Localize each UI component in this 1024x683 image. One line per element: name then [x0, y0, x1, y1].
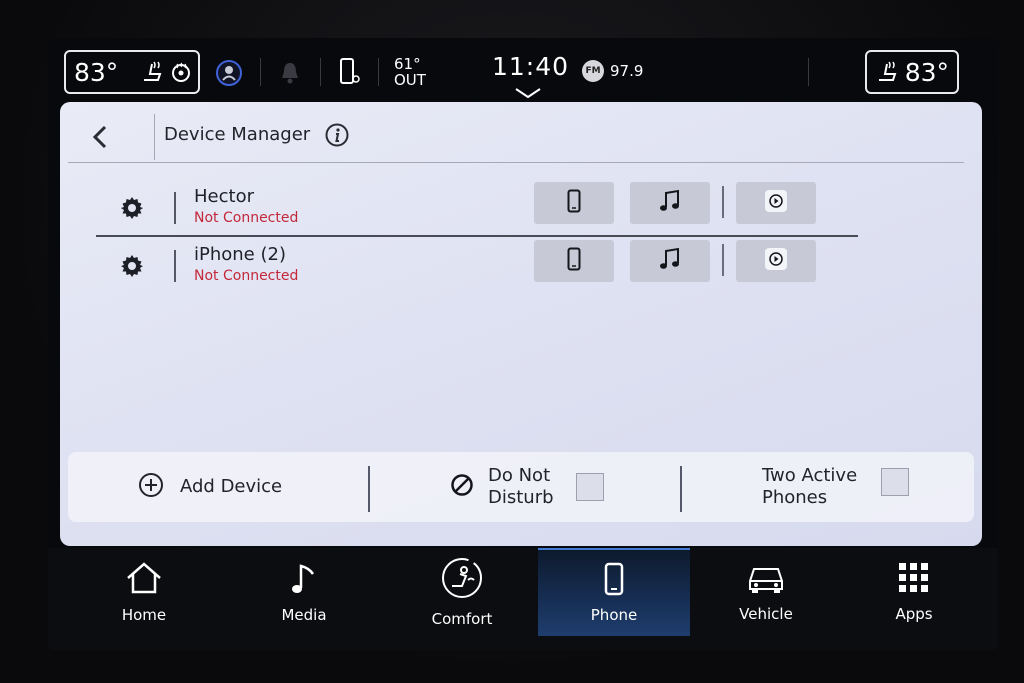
two-active-line2: Phones — [762, 487, 828, 508]
device-name: Hector — [194, 186, 254, 207]
panel-header: Device Manager — [68, 110, 964, 163]
toolbar-divider — [680, 466, 682, 512]
nav-apps[interactable]: Apps — [838, 548, 990, 636]
add-device-button[interactable]: Add Device — [138, 452, 282, 522]
nav-vehicle-label: Vehicle — [739, 605, 793, 623]
music-note-icon — [659, 189, 681, 217]
nav-home[interactable]: Home — [68, 548, 220, 636]
heated-seat-icon — [140, 60, 166, 84]
row-divider — [174, 250, 176, 282]
outside-temp-label: OUT — [394, 71, 426, 89]
nav-phone[interactable]: Phone — [538, 548, 690, 636]
radio-band-badge: FM — [582, 60, 604, 82]
add-device-label: Add Device — [180, 476, 283, 497]
device-status: Not Connected — [194, 268, 299, 284]
row-separator — [96, 235, 858, 237]
radio-frequency: 97.9 — [610, 62, 644, 80]
toolbar-divider — [368, 466, 370, 512]
play-icon — [764, 189, 788, 217]
passenger-climate-button[interactable]: 83° — [865, 50, 959, 94]
nav-media-label: Media — [281, 606, 327, 624]
passenger-temp: 83° — [904, 57, 949, 87]
profile-divider — [722, 186, 724, 218]
status-divider — [320, 58, 321, 86]
clock[interactable]: 11:40 — [492, 52, 569, 81]
device-row[interactable]: Hector Not Connected — [68, 180, 968, 236]
nav-comfort-label: Comfort — [431, 610, 493, 628]
nav-phone-label: Phone — [590, 606, 638, 624]
projection-button[interactable] — [736, 240, 816, 282]
two-active-line1: Two Active — [762, 465, 858, 486]
notification-bell-icon[interactable] — [276, 58, 304, 88]
play-icon — [764, 247, 788, 275]
audio-profile-button[interactable] — [630, 182, 710, 224]
nav-home-label: Home — [121, 606, 167, 624]
device-toolbar: Add Device Do Not Disturb Two Active Pho… — [68, 452, 974, 522]
nav-apps-label: Apps — [895, 605, 933, 623]
two-active-phones-label: Two Active Phones — [762, 465, 857, 509]
chevron-down-icon[interactable] — [514, 84, 542, 103]
driver-profile-icon[interactable] — [214, 58, 244, 88]
infotainment-screen: 83° 61° OUT 11:40 FM 97.9 83° Device Man… — [48, 38, 998, 650]
car-icon — [744, 561, 788, 599]
nav-comfort[interactable]: Comfort — [386, 548, 538, 636]
header-divider — [154, 114, 155, 160]
outside-temperature: 61° OUT — [394, 56, 426, 88]
back-button[interactable] — [90, 124, 110, 154]
status-bar: 83° 61° OUT 11:40 FM 97.9 83° — [48, 38, 998, 102]
page-title: Device Manager — [164, 124, 311, 145]
home-icon — [124, 560, 164, 600]
device-manager-panel: Device Manager Hector Not Connected iPho… — [60, 102, 982, 546]
do-not-disturb-toggle[interactable]: Do Not Disturb — [450, 452, 604, 522]
do-not-disturb-label: Do Not Disturb — [488, 465, 554, 509]
audio-profile-button[interactable] — [630, 240, 710, 282]
music-note-icon — [289, 560, 319, 600]
climate-icon — [440, 556, 484, 604]
device-status: Not Connected — [194, 210, 299, 226]
dnd-line1: Do Not — [488, 465, 551, 486]
projection-button[interactable] — [736, 182, 816, 224]
no-entry-icon — [450, 473, 474, 501]
row-divider — [174, 192, 176, 224]
two-active-phones-checkbox[interactable] — [881, 468, 910, 496]
driver-climate-button[interactable]: 83° — [64, 50, 200, 94]
two-active-phones-toggle[interactable]: Two Active Phones — [762, 452, 910, 522]
outside-temp-value: 61° — [394, 55, 421, 73]
nav-vehicle[interactable]: Vehicle — [690, 548, 842, 636]
nav-media[interactable]: Media — [228, 548, 380, 636]
add-circle-icon — [138, 472, 164, 502]
gear-icon[interactable] — [120, 254, 144, 282]
gear-icon[interactable] — [120, 196, 144, 224]
grid-icon — [897, 561, 931, 599]
phone-settings-icon[interactable] — [336, 56, 364, 88]
status-divider — [808, 58, 809, 86]
heated-seat-icon — [875, 60, 901, 84]
phone-profile-button[interactable] — [534, 240, 614, 282]
phone-icon — [603, 562, 625, 600]
radio-station[interactable]: FM 97.9 — [582, 60, 643, 82]
info-icon[interactable] — [324, 122, 350, 152]
do-not-disturb-checkbox[interactable] — [575, 473, 604, 501]
phone-icon — [567, 189, 581, 217]
device-name: iPhone (2) — [194, 244, 286, 265]
heated-wheel-icon — [170, 61, 192, 83]
profile-divider — [722, 244, 724, 276]
bottom-nav: Home Media Comfort Phone Vehicle Apps — [48, 548, 998, 650]
status-divider — [378, 58, 379, 86]
device-row[interactable]: iPhone (2) Not Connected — [68, 238, 968, 294]
phone-icon — [567, 247, 581, 275]
phone-profile-button[interactable] — [534, 182, 614, 224]
music-note-icon — [659, 247, 681, 275]
driver-temp: 83° — [74, 57, 119, 87]
dnd-line2: Disturb — [488, 487, 554, 508]
status-divider — [260, 58, 261, 86]
